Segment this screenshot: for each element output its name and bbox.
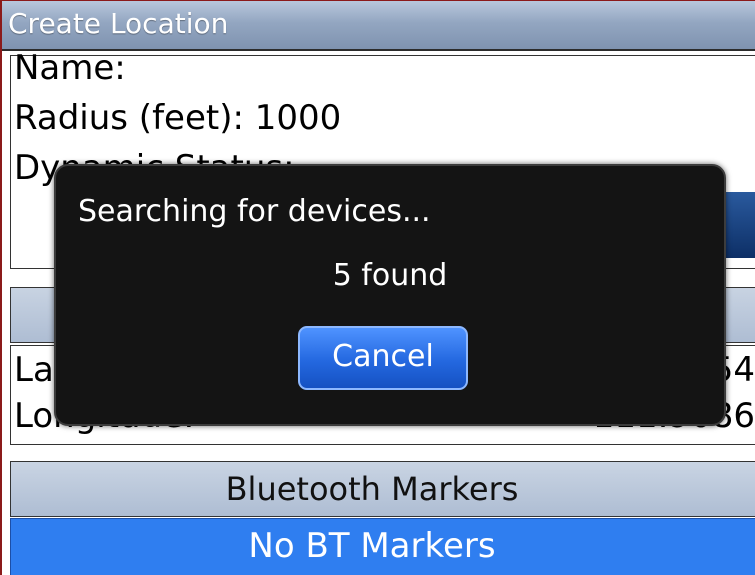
cancel-button[interactable]: Cancel: [298, 326, 468, 390]
create-location-screen: Create Location Name: Radius (feet): 100…: [0, 0, 755, 575]
latitude-label: La: [14, 350, 54, 390]
name-field[interactable]: Name:: [14, 48, 126, 88]
dialog-message: Searching for devices...: [78, 194, 431, 229]
window-title: Create Location: [2, 1, 755, 51]
bluetooth-marker-item[interactable]: No BT Markers: [10, 518, 755, 575]
radius-field[interactable]: Radius (feet): 1000: [14, 98, 341, 138]
searching-devices-dialog: Searching for devices... 5 found Cancel: [54, 164, 726, 426]
devices-found-count: 5 found: [332, 258, 448, 293]
bluetooth-markers-header: Bluetooth Markers: [10, 461, 755, 517]
